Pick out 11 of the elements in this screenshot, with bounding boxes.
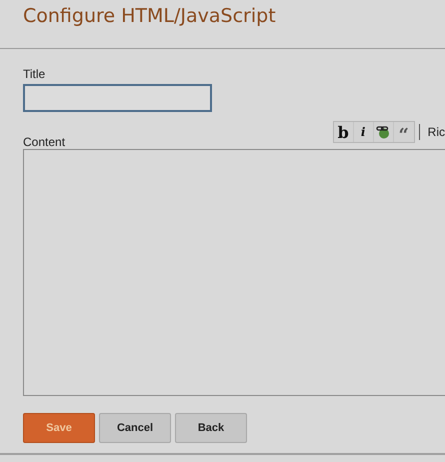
mode-link[interactable]: Ric	[424, 125, 445, 139]
input-field[interactable]	[23, 84, 212, 112]
link-button[interactable]	[374, 122, 394, 142]
field-label: Title	[23, 67, 46, 81]
field-label: Content	[23, 135, 66, 149]
italic-button[interactable]: i	[354, 122, 374, 142]
page-heading: Configure HTML/JavaScript	[22, 4, 277, 29]
form-button[interactable]: Cancel	[99, 413, 171, 443]
bold-button[interactable]: b	[334, 122, 354, 142]
quote-button[interactable]: “	[394, 122, 414, 142]
form-button[interactable]: Back	[175, 413, 247, 443]
